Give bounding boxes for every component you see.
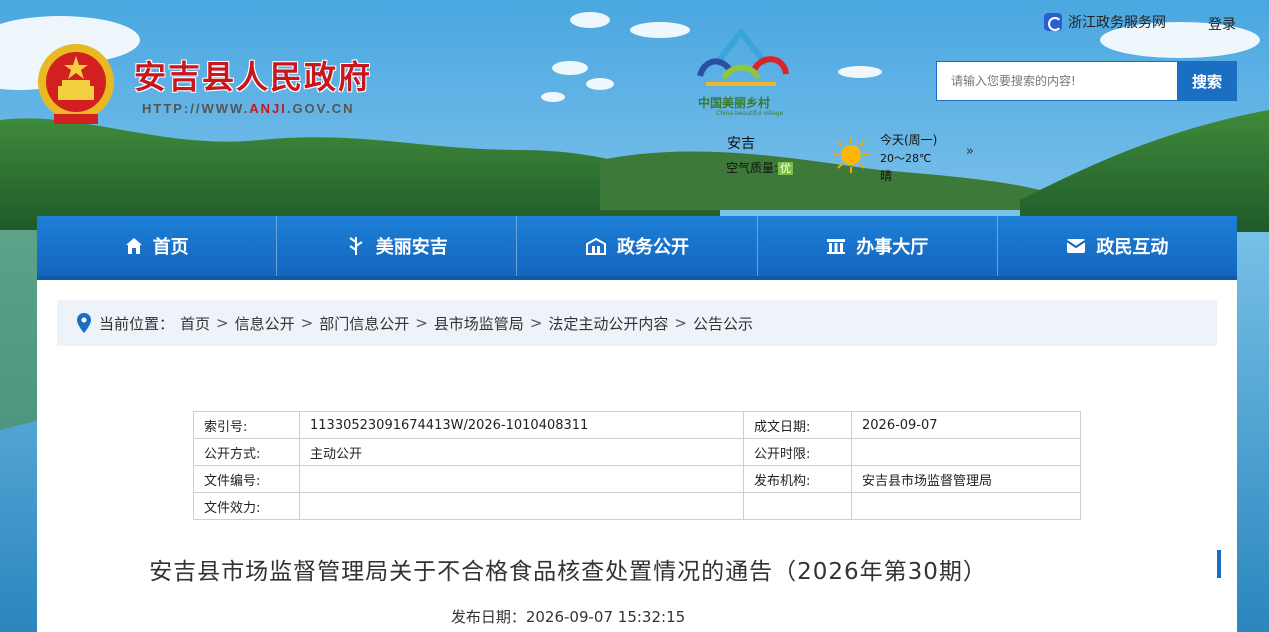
table-row: 文件编号: 发布机构: 安吉县市场监督管理局 <box>193 465 1081 493</box>
org-label: 发布机构: <box>743 465 852 493</box>
site-url-suffix: .GOV.CN <box>286 101 355 116</box>
air-quality: 空气质量: 优 <box>726 159 794 176</box>
index-value: 11330523091674413W/2026-1010408311 <box>299 411 744 439</box>
mail-icon <box>1066 239 1086 253</box>
breadcrumb-item-info-disclosure[interactable]: 信息公开 <box>235 313 295 334</box>
breadcrumb: 当前位置： 首页 > 信息公开 > 部门信息公开 > 县市场监管局 > 法定主动… <box>57 300 1217 346</box>
nav-item-government-affairs[interactable]: 政务公开 <box>517 216 758 276</box>
empty-cell <box>743 492 852 520</box>
village-logo-text: 中国美丽乡村 <box>698 96 771 110</box>
home-icon <box>125 238 142 254</box>
weather-more-chevron-icon[interactable]: » <box>966 144 974 159</box>
breadcrumb-item-market-bureau[interactable]: 县市场监管局 <box>434 313 524 334</box>
limit-value <box>851 438 1081 466</box>
table-row: 公开方式: 主动公开 公开时限: <box>193 438 1081 466</box>
nav-item-label: 办事大厅 <box>856 237 929 258</box>
breadcrumb-separator: > <box>300 314 314 332</box>
site-url: HTTP://WWW.ANJI.GOV.CN <box>142 101 355 116</box>
breadcrumb-separator: > <box>674 314 687 332</box>
village-logo-subtext: China beautiful village <box>716 110 784 117</box>
empty-cell <box>851 492 1081 520</box>
air-quality-badge: 优 <box>778 162 794 175</box>
docno-label: 文件编号: <box>193 465 300 493</box>
docno-value <box>299 465 744 493</box>
sun-icon <box>833 137 869 173</box>
breadcrumb-item-department-info[interactable]: 部门信息公开 <box>319 313 409 334</box>
nav-item-interaction[interactable]: 政民互动 <box>998 216 1237 276</box>
main-navigation: 首页 美丽安吉 政务公开 办事大厅 政民互动 <box>37 216 1237 280</box>
table-row: 文件效力: <box>193 492 1081 520</box>
limit-label: 公开时限: <box>743 438 852 466</box>
breadcrumb-separator: > <box>216 314 229 332</box>
date-value: 2026-09-07 <box>851 411 1081 439</box>
weather-condition: 晴 <box>880 169 893 183</box>
mode-label: 公开方式: <box>193 438 300 466</box>
breadcrumb-item-statutory-content[interactable]: 法定主动公开内容 <box>548 313 668 334</box>
document-metadata-table: 索引号: 11330523091674413W/2026-1010408311 … <box>193 411 1081 520</box>
side-scroll-indicator[interactable] <box>1217 550 1221 578</box>
zhejiang-service-label: 浙江政务服务网 <box>1068 15 1166 31</box>
validity-value <box>299 492 744 520</box>
document-title: 安吉县市场监督管理局关于不合格食品核查处置情况的通告（2026年第30期） <box>149 559 987 585</box>
weather-temperature: 20～28℃ <box>880 152 932 165</box>
mode-value: 主动公开 <box>299 438 744 466</box>
org-value: 安吉县市场监督管理局 <box>851 465 1081 493</box>
hall-icon <box>827 239 846 254</box>
zhejiang-service-link[interactable]: 浙江政务服务网 <box>1044 12 1166 32</box>
national-emblem-icon <box>38 44 114 124</box>
publish-date: 发布日期：2026-09-07 15:32:15 <box>450 608 686 626</box>
nav-item-label: 美丽安吉 <box>375 237 448 258</box>
zhejiang-service-icon <box>1044 13 1062 31</box>
site-url-prefix: HTTP://WWW. <box>142 101 250 116</box>
weather-day: 今天(周一) <box>880 133 938 147</box>
validity-label: 文件效力: <box>193 492 300 520</box>
breadcrumb-item-home[interactable]: 首页 <box>180 313 210 334</box>
breadcrumb-separator: > <box>529 314 543 332</box>
breadcrumb-label: 当前位置： <box>99 314 175 333</box>
weather-city: 安吉 <box>727 136 755 152</box>
search-button[interactable]: 搜索 <box>1177 61 1237 101</box>
nav-item-label: 政民互动 <box>1096 237 1169 258</box>
site-title[interactable]: 安吉县人民政府 <box>134 52 372 98</box>
index-label: 索引号: <box>193 411 300 439</box>
nav-item-service-hall[interactable]: 办事大厅 <box>758 216 998 276</box>
login-link[interactable]: 登录 <box>1208 14 1236 34</box>
table-row: 索引号: 11330523091674413W/2026-1010408311 … <box>193 411 1081 439</box>
nav-item-label: 首页 <box>152 237 189 258</box>
nav-item-home[interactable]: 首页 <box>37 216 278 276</box>
search-input[interactable] <box>936 61 1178 101</box>
content-panel: 当前位置： 首页 > 信息公开 > 部门信息公开 > 县市场监管局 > 法定主动… <box>37 280 1237 632</box>
date-label: 成文日期: <box>743 411 852 439</box>
breadcrumb-separator: > <box>415 314 428 332</box>
bamboo-icon <box>349 237 363 255</box>
site-url-highlight: ANJI <box>249 101 287 116</box>
nav-item-label: 政务公开 <box>617 237 689 258</box>
nav-item-beautiful-anji[interactable]: 美丽安吉 <box>277 216 518 276</box>
air-quality-label: 空气质量: <box>726 161 779 175</box>
breadcrumb-item-announcements[interactable]: 公告公示 <box>693 313 753 334</box>
government-icon <box>586 237 606 255</box>
location-pin-icon <box>77 313 91 333</box>
